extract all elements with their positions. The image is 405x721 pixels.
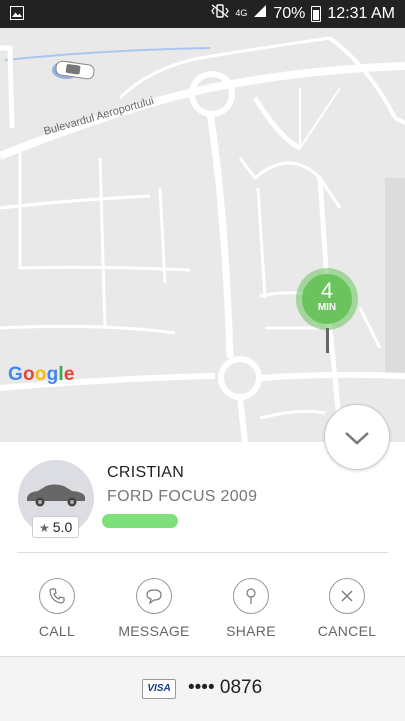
pin-icon [233,578,269,614]
eta-value: 4 [320,278,334,303]
status-bar: 4G 70% 12:31 AM [0,0,405,28]
network-type: 4G [235,8,248,18]
signal-icon [253,4,267,23]
card-number: •••• 0876 [188,677,263,698]
visa-card-icon: VISA [142,679,176,699]
cancel-label: CANCEL [317,623,377,639]
message-label: MESSAGE [118,623,190,639]
rating-badge: ★ 5.0 [32,516,80,538]
gallery-notification-icon [10,6,24,25]
license-plate-redacted [102,514,178,528]
call-label: CALL [38,623,76,639]
pin-stick [326,328,329,353]
clock: 12:31 AM [327,4,395,22]
divider [17,552,388,553]
cancel-button[interactable]: CANCEL [307,578,387,639]
driver-name: CRISTIAN [107,464,185,481]
chevron-down-icon [345,432,369,445]
chat-bubble-icon [136,578,172,614]
eta-pin[interactable]: 4 MIN [296,268,358,330]
phone-icon [39,578,75,614]
call-button[interactable]: CALL [17,578,97,639]
message-button[interactable]: MESSAGE [114,578,194,639]
collapse-button[interactable] [324,404,390,470]
battery-percent: 70% [273,4,306,22]
payment-bar[interactable]: VISA •••• 0876 [0,656,405,721]
eta-unit: MIN [317,302,337,313]
vibrate-icon [211,4,230,23]
rating-value: 5.0 [52,519,73,535]
map-view[interactable]: Bulevardul Aeroportului Google 4 MIN [0,28,405,442]
share-label: SHARE [226,623,276,639]
battery-icon [311,5,322,22]
google-logo: Google [8,364,75,385]
star-icon: ★ [39,521,50,535]
close-icon [329,578,365,614]
car-model: FORD FOCUS 2009 [107,488,258,505]
share-button[interactable]: SHARE [211,578,291,639]
driver-panel: ★ 5.0 CRISTIAN FORD FOCUS 2009 CALL MESSA… [0,442,405,656]
